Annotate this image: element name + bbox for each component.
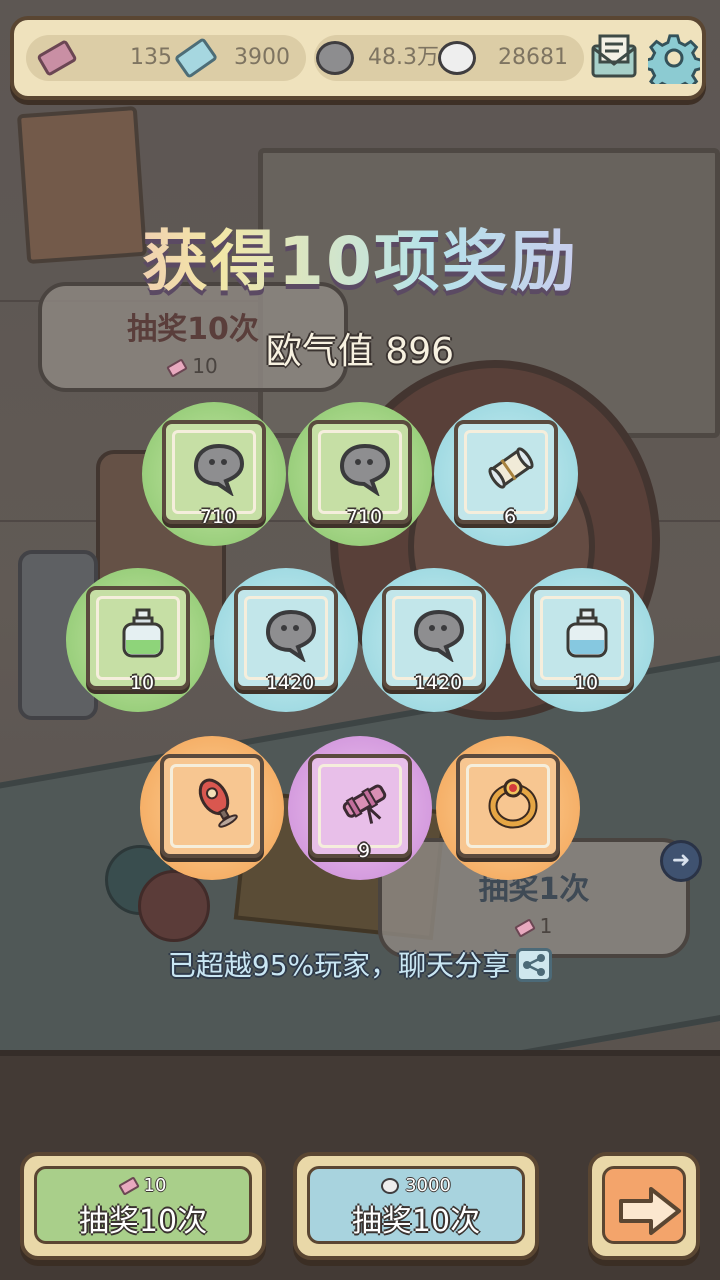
reward-item[interactable]: 9: [288, 736, 432, 880]
next-button[interactable]: [588, 1152, 700, 1260]
reward-card: 1420: [234, 586, 338, 694]
luck-value: 欧气值 896: [265, 331, 455, 372]
gem-ticket-icon: [173, 37, 219, 79]
resource-bar: 135 3900 48.3万 28681: [10, 16, 706, 100]
reward-item[interactable]: 1420: [214, 568, 358, 712]
dark-bubble-icon: [316, 41, 354, 75]
gear-icon[interactable]: [648, 32, 700, 84]
button-face: [602, 1166, 686, 1244]
reward-qty: 710: [199, 506, 237, 528]
dark-speech-bubble-icon: [339, 443, 391, 496]
reward-item[interactable]: 6: [434, 402, 578, 546]
ticket-icon: [117, 1176, 140, 1196]
bubble-counter: 48.3万 28681: [314, 35, 584, 81]
mail-icon[interactable]: [589, 32, 639, 82]
dark-speech-bubble-icon: [413, 609, 465, 662]
reward-qty: 6: [503, 506, 517, 528]
reward-qty: 1420: [265, 672, 315, 694]
light-bubble-count: 28681: [498, 45, 568, 70]
button-face: 3000 抽奖10次: [307, 1166, 525, 1244]
reward-item[interactable]: 710: [142, 402, 286, 546]
reward-card: 10: [86, 586, 190, 694]
draw-ticket-cost: 10: [37, 1175, 249, 1196]
dark-speech-bubble-icon: [193, 443, 245, 496]
reward-item[interactable]: 10: [66, 568, 210, 712]
draw-ticket-cost-value: 10: [143, 1175, 167, 1196]
ticket-count: 135: [130, 45, 172, 70]
reward-item[interactable]: [436, 736, 580, 880]
draw-bubble-label: 抽奖10次: [351, 1204, 481, 1239]
reward-card: 710: [162, 420, 266, 528]
dark-speech-bubble-icon: [265, 609, 317, 662]
reward-qty: 710: [345, 506, 383, 528]
reward-card: 10: [530, 586, 634, 694]
button-face: 10 抽奖10次: [34, 1166, 252, 1244]
light-bubble-icon: [438, 41, 476, 75]
draw-1-panel-cost: 1: [382, 914, 686, 938]
rocket-flask-icon: [198, 778, 238, 828]
draw-ticket-label: 抽奖10次: [78, 1204, 208, 1239]
arrow-right-icon: [619, 1187, 681, 1235]
dark-bubble-count: 48.3万: [368, 45, 439, 70]
reward-qty: 10: [129, 672, 155, 694]
ticket-icon: [513, 917, 536, 938]
draw-bubble-cost: 3000: [310, 1175, 522, 1196]
reward-card: 710: [308, 420, 412, 528]
ruby-ring-icon: [488, 778, 538, 829]
reward-qty: 1420: [413, 672, 463, 694]
draw-1-panel-cost-value: 1: [539, 914, 553, 938]
draw-10-ticket-button[interactable]: 10 抽奖10次: [20, 1152, 266, 1260]
blue-potion-icon: [566, 608, 608, 658]
reward-title: 获得10项奖励: [0, 208, 720, 304]
ticket-icon: [36, 39, 78, 77]
scroll-icon: [488, 447, 534, 489]
green-potion-icon: [122, 608, 164, 658]
reward-qty: 10: [573, 672, 599, 694]
reward-item[interactable]: 710: [288, 402, 432, 546]
telescope-icon: [342, 784, 387, 824]
reward-card: 1420: [382, 586, 486, 694]
reward-item[interactable]: 10: [510, 568, 654, 712]
arrow-right-icon: ➜: [660, 840, 702, 882]
draw-10-bubble-button[interactable]: 3000 抽奖10次: [293, 1152, 539, 1260]
reward-item[interactable]: 1420: [362, 568, 506, 712]
share-icon[interactable]: [516, 948, 553, 982]
share-line[interactable]: 已超越95%玩家，聊天分享: [0, 944, 720, 984]
reward-card: 9: [308, 754, 412, 862]
light-bubble-icon: [381, 1178, 400, 1194]
reward-card: [160, 754, 264, 858]
reward-qty: 9: [357, 840, 371, 862]
ticket-gem-counter: 135 3900: [26, 35, 306, 81]
draw-bubble-cost-value: 3000: [405, 1175, 451, 1196]
gem-count: 3900: [234, 45, 290, 70]
reward-card: 6: [454, 420, 558, 528]
reward-card: [456, 754, 560, 858]
share-text: 已超越95%玩家，聊天分享: [167, 949, 511, 982]
reward-item[interactable]: [140, 736, 284, 880]
